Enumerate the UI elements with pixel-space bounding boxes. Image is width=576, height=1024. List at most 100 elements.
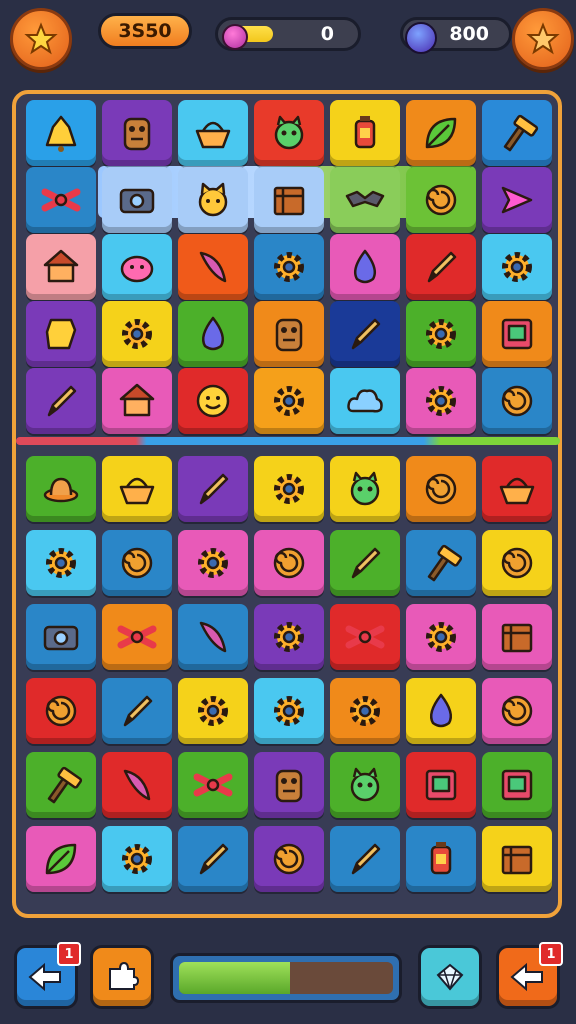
- bottom-board-tile[interactable]: [254, 604, 324, 670]
- bottom-board-tile[interactable]: [178, 604, 248, 670]
- bottom-board-tile[interactable]: [330, 604, 400, 670]
- top-board-tile[interactable]: [482, 100, 552, 166]
- hint-button[interactable]: [418, 945, 482, 1009]
- top-board-tile[interactable]: [406, 368, 476, 434]
- top-board-tile[interactable]: [102, 301, 172, 367]
- bottom-board-tile[interactable]: [26, 826, 96, 892]
- bottom-board-tile[interactable]: [482, 456, 552, 522]
- top-board-tile[interactable]: [26, 234, 96, 300]
- bottom-board-tile[interactable]: [330, 678, 400, 744]
- bottom-board-tile[interactable]: [406, 826, 476, 892]
- gear-icon: [274, 474, 304, 504]
- bottom-board-tile[interactable]: [406, 456, 476, 522]
- undo-button[interactable]: 1: [14, 942, 81, 1009]
- basket-icon: [119, 477, 155, 505]
- bottom-board-tile[interactable]: [482, 678, 552, 744]
- bottom-board-tile[interactable]: [26, 530, 96, 596]
- bottom-board-tile[interactable]: [26, 678, 96, 744]
- top-board-tile[interactable]: [330, 301, 400, 367]
- top-board-tile[interactable]: [26, 167, 96, 233]
- exit-button[interactable]: 1: [496, 942, 563, 1009]
- top-board-tile[interactable]: [254, 301, 324, 367]
- bottom-board-tile[interactable]: [482, 826, 552, 892]
- wing-icon: [123, 769, 151, 801]
- bottom-board-tile[interactable]: [102, 456, 172, 522]
- home-button[interactable]: [10, 8, 72, 70]
- shell-icon: [425, 473, 457, 505]
- top-board-tile[interactable]: [254, 100, 324, 166]
- top-board-tile[interactable]: [178, 234, 248, 300]
- top-board-tile[interactable]: [178, 301, 248, 367]
- gear-icon: [198, 548, 228, 578]
- bottom-board-tile[interactable]: [482, 530, 552, 596]
- bottom-board-tile[interactable]: [482, 604, 552, 670]
- top-board-tile[interactable]: [330, 100, 400, 166]
- bottom-board-tile[interactable]: [26, 752, 96, 818]
- bottom-board-tile[interactable]: [178, 752, 248, 818]
- top-board-tile[interactable]: [102, 100, 172, 166]
- top-board-tile[interactable]: [102, 234, 172, 300]
- bottom-board-tile[interactable]: [26, 604, 96, 670]
- top-board-tile[interactable]: [406, 301, 476, 367]
- top-board-tile[interactable]: [254, 368, 324, 434]
- bottom-board-tile[interactable]: [254, 530, 324, 596]
- bottom-board-tile[interactable]: [330, 826, 400, 892]
- top-board-tile[interactable]: [26, 368, 96, 434]
- wing-icon: [199, 621, 227, 653]
- bottom-board-tile[interactable]: [406, 678, 476, 744]
- bottom-board-tile[interactable]: [330, 752, 400, 818]
- hut-icon: [43, 249, 79, 283]
- bottom-board-tile[interactable]: [330, 530, 400, 596]
- bottom-board-tile[interactable]: [102, 752, 172, 818]
- bottom-board-tile[interactable]: [406, 752, 476, 818]
- bottom-board-tile[interactable]: [330, 456, 400, 522]
- drop-icon: [430, 693, 452, 728]
- hammer-icon: [47, 766, 83, 804]
- puzzle-icon: [109, 961, 140, 990]
- gear-icon: [274, 386, 304, 416]
- bottom-board-tile[interactable]: [482, 752, 552, 818]
- top-board-tile[interactable]: [330, 167, 400, 233]
- top-board-tile[interactable]: [406, 167, 476, 233]
- bottom-board-tile[interactable]: [102, 604, 172, 670]
- top-board-tile[interactable]: [482, 234, 552, 300]
- bottom-board-tile[interactable]: [254, 752, 324, 818]
- top-board-tile[interactable]: [102, 167, 172, 233]
- pen-icon: [199, 843, 229, 875]
- top-board-tile[interactable]: [178, 100, 248, 166]
- top-board-tile[interactable]: [254, 234, 324, 300]
- top-board-tile[interactable]: [406, 100, 476, 166]
- bottom-board-tile[interactable]: [178, 826, 248, 892]
- top-board-tile[interactable]: [178, 167, 248, 233]
- top-board-tile[interactable]: [482, 167, 552, 233]
- shuffle-button[interactable]: [90, 945, 154, 1009]
- bottom-board-tile[interactable]: [178, 456, 248, 522]
- top-board-tile[interactable]: [254, 167, 324, 233]
- ribbon-icon: [193, 773, 233, 797]
- top-board-tile[interactable]: [26, 301, 96, 367]
- bottom-board-tile[interactable]: [254, 456, 324, 522]
- bottom-board-tile[interactable]: [178, 678, 248, 744]
- bottom-board-tile[interactable]: [406, 530, 476, 596]
- top-board-tile[interactable]: [330, 368, 400, 434]
- bottom-board-tile[interactable]: [102, 530, 172, 596]
- top-board-tile[interactable]: [102, 368, 172, 434]
- bottom-board-tile[interactable]: [254, 826, 324, 892]
- bottom-board-tile[interactable]: [26, 456, 96, 522]
- bottom-board-tile[interactable]: [178, 530, 248, 596]
- top-board-tile[interactable]: [178, 368, 248, 434]
- bottom-board-tile[interactable]: [254, 678, 324, 744]
- shell-icon: [425, 184, 457, 216]
- pen-icon: [199, 473, 229, 505]
- favorites-button[interactable]: [512, 8, 574, 70]
- bottom-board-tile[interactable]: [102, 678, 172, 744]
- top-board-tile[interactable]: [482, 301, 552, 367]
- top-board-tile[interactable]: [330, 234, 400, 300]
- wing-icon: [199, 251, 227, 283]
- top-board-tile[interactable]: [482, 368, 552, 434]
- totem-icon: [275, 318, 303, 352]
- top-board-tile[interactable]: [406, 234, 476, 300]
- top-board-tile[interactable]: [26, 100, 96, 166]
- bottom-board-tile[interactable]: [102, 826, 172, 892]
- bottom-board-tile[interactable]: [406, 604, 476, 670]
